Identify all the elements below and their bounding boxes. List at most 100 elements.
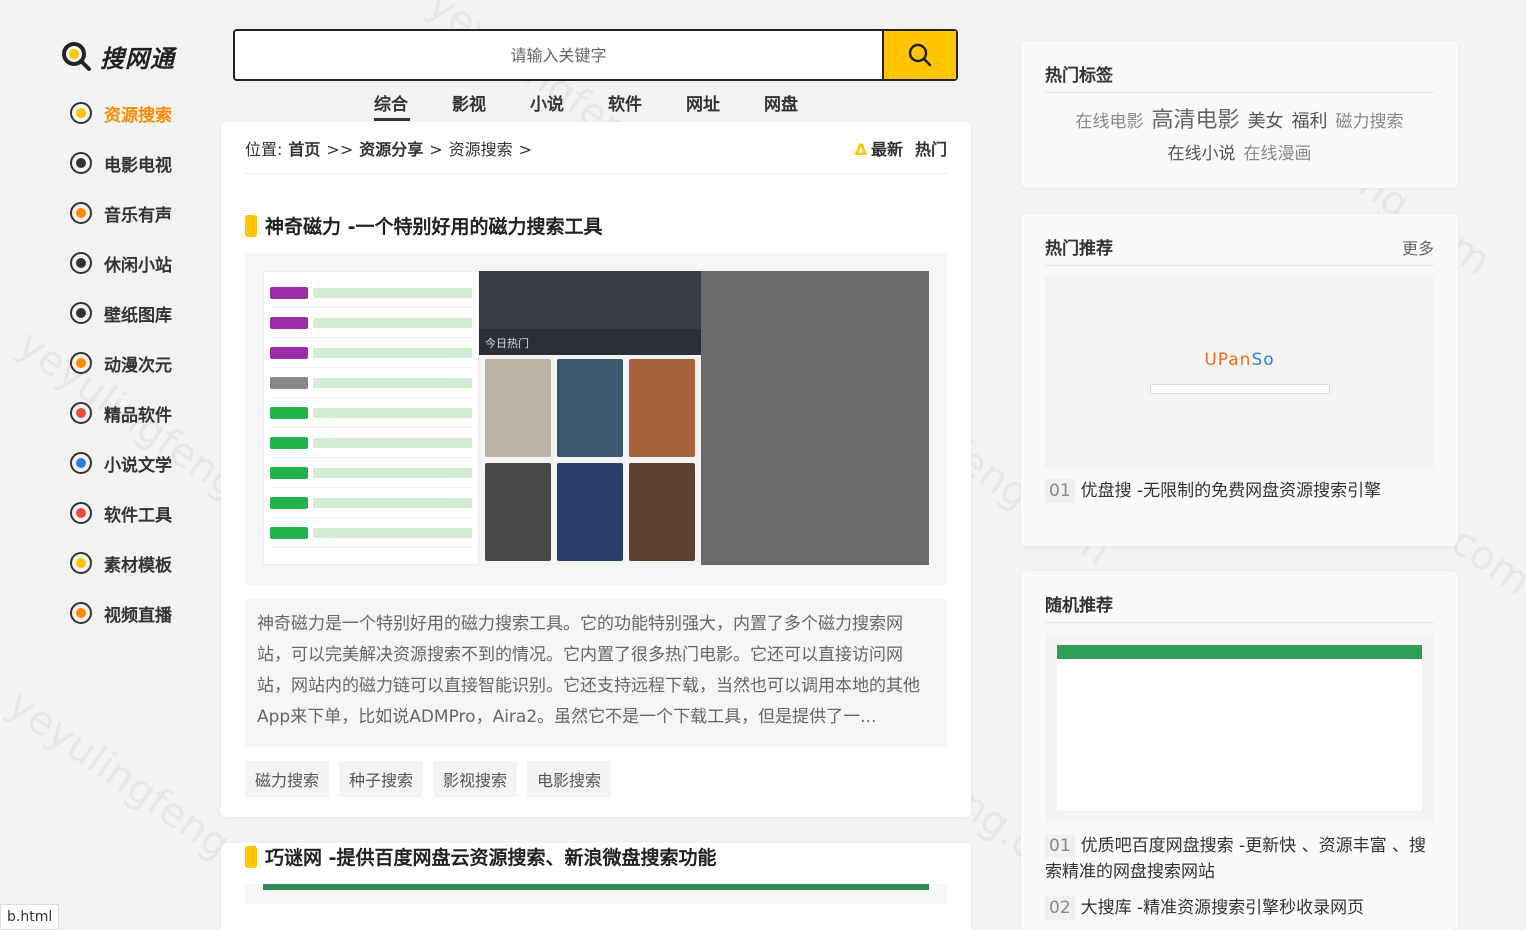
sidebar-item[interactable]: 精品软件 [60,388,220,438]
hot-tag[interactable]: 在线漫画 [1244,144,1312,164]
hot-tag[interactable]: 在线小说 [1168,144,1236,164]
tag-chip[interactable]: 电影搜索 [527,761,612,797]
breadcrumb-home-link[interactable]: 首页 [288,140,320,159]
category-tab[interactable]: 软件 [608,90,686,122]
status-bar-url: b.html [0,904,60,930]
thumbnail-search-bar [1149,384,1330,394]
post-title-text: 神奇磁力 -一个特别好用的磁力搜索工具 [265,216,603,238]
post-description: 神奇磁力是一个特别好用的磁力搜索工具。它的功能特别强大，内置了多个磁力搜索网站，… [245,599,947,747]
screenshot-hot-label: 今日热门 [485,337,529,350]
breadcrumb-prefix: 位置: [245,139,283,159]
panel-title: 热门推荐 [1045,239,1113,259]
post-title[interactable]: 神奇磁力 -一个特别好用的磁力搜索工具 [245,212,947,239]
sidebar-item[interactable]: 音乐有声 [60,188,220,238]
category-tab[interactable]: 综合 [374,90,452,122]
recommend-thumbnail[interactable]: UPanSo [1045,276,1434,468]
hot-tags-panel: 热门标签 在线电影 高清电影 美女 福利 磁力搜索在线小说 在线漫画 [1021,41,1458,188]
sidebar-item-label: 软件工具 [104,505,172,526]
hot-tag[interactable]: 美女 [1248,111,1284,132]
sidebar-item-label: 音乐有声 [104,205,172,226]
camera-icon [66,298,96,328]
sidebar-item-label: 电影电视 [104,155,172,176]
hot-tag[interactable]: 磁力搜索 [1336,112,1404,132]
item-text: 优质吧百度网盘搜索 -更新快 、资源丰富 、搜索精准的网盘搜索网站 [1045,836,1426,882]
recommend-item[interactable]: 02 大搜库 -精准资源搜索引擎秒收录网页 [1045,889,1434,930]
breadcrumb-section-link[interactable]: 资源分享 [359,140,423,159]
tag-chip[interactable]: 影视搜索 [433,761,518,797]
category-tab[interactable]: 网址 [686,90,764,122]
idea-icon [66,548,96,578]
item-text: 优盘搜 -无限制的免费网盘资源搜索引擎 [1080,481,1382,501]
anime-face-icon [66,348,96,378]
item-number: 01 [1045,479,1075,503]
site-logo[interactable]: 搜网通 [60,38,220,74]
music-note-icon [66,198,96,228]
category-tabs: 综合 影视 小说 软件 网址 网盘 [374,90,842,122]
sidebar-item-label: 素材模板 [104,555,172,576]
search-input[interactable] [235,31,882,79]
panel-title: 热门标签 [1045,66,1113,86]
sort-newest[interactable]: Δ 最新 [855,136,903,160]
recommend-thumbnail[interactable] [1045,633,1434,823]
screenshot-hot-movies: 今日热门 [479,271,701,565]
search-icon [908,43,932,67]
post-title-text: 巧谜网 -提供百度网盘云资源搜索、新浪微盘搜索功能 [265,847,717,869]
gamepad-icon [66,248,96,278]
sidebar-item[interactable]: 动漫次元 [60,338,220,388]
sidebar-item-label: 资源搜索 [104,105,172,126]
category-tab[interactable]: 小说 [530,90,608,122]
item-number: 02 [1045,896,1075,920]
post-thumbnail[interactable]: 今日热门 [245,253,947,585]
sidebar-item[interactable]: 资源搜索 [60,88,220,138]
breadcrumb-separator: >> [326,139,354,159]
sidebar-item[interactable]: 视频直播 [60,588,220,638]
bulb-icon [66,98,96,128]
post-card: 巧谜网 -提供百度网盘云资源搜索、新浪微盘搜索功能 [221,843,971,930]
tool-icon [66,498,96,528]
sidebar-item[interactable]: 素材模板 [60,538,220,588]
hot-tag[interactable]: 高清电影 [1151,108,1239,133]
sidebar-item-label: 视频直播 [104,605,172,626]
hot-tag[interactable]: 福利 [1292,111,1328,132]
sidebar-item-label: 小说文学 [104,455,172,476]
panel-title: 随机推荐 [1045,596,1113,616]
book-icon [66,448,96,478]
breadcrumb-separator: > [429,139,443,159]
sidebar-item[interactable]: 壁纸图库 [60,288,220,338]
sort-hot[interactable]: 热门 [915,136,947,160]
breadcrumb-current[interactable]: 资源搜索 [449,140,513,159]
logo-magnifier-icon [62,42,91,71]
category-tab[interactable]: 网盘 [764,90,842,122]
tag-chip[interactable]: 种子搜索 [339,761,424,797]
category-tab[interactable]: 影视 [452,90,530,122]
tag-chip[interactable]: 磁力搜索 [245,761,330,797]
screenshot-torrent-list [263,271,479,565]
post-title[interactable]: 巧谜网 -提供百度网盘云资源搜索、新浪微盘搜索功能 [245,843,947,870]
sidebar-item-label: 休闲小站 [104,255,172,276]
triangle-icon: Δ [854,139,867,159]
video-icon [66,598,96,628]
upanso-logo: UPanSo [1204,350,1275,370]
recommend-item[interactable]: 01 优质吧百度网盘搜索 -更新快 、资源丰富 、搜索精准的网盘搜索网站 [1045,823,1434,889]
sidebar-item[interactable]: 电影电视 [60,138,220,188]
sidebar-item[interactable]: 小说文学 [60,438,220,488]
sort-newest-label: 最新 [870,139,903,159]
breadcrumb: 位置: 首页 >> 资源分享 > 资源搜索 > Δ 最新 热门 [245,122,947,174]
breadcrumb-separator: > [518,139,533,159]
recommend-item[interactable]: 01 优盘搜 -无限制的免费网盘资源搜索引擎 [1045,468,1434,514]
software-icon [66,398,96,428]
logo-text: 搜网通 [100,44,175,73]
hot-recommend-panel: 热门推荐 更多 UPanSo 01 优盘搜 -无限制的免费网盘资源搜索引擎 [1021,214,1458,546]
post-tags: 磁力搜索 种子搜索 影视搜索 电影搜索 [245,761,947,797]
hot-tags-list: 在线电影 高清电影 美女 福利 磁力搜索在线小说 在线漫画 [1045,93,1434,170]
search-button[interactable] [882,31,956,79]
more-link[interactable]: 更多 [1402,235,1434,259]
search-bar [233,29,958,81]
sidebar-item-label: 动漫次元 [104,355,172,376]
sidebar-item[interactable]: 休闲小站 [60,238,220,288]
hot-tag[interactable]: 在线电影 [1075,112,1143,132]
title-marker [245,845,257,868]
post-thumbnail[interactable] [245,884,947,904]
sidebar-item-label: 壁纸图库 [104,305,172,326]
sidebar-item[interactable]: 软件工具 [60,488,220,538]
